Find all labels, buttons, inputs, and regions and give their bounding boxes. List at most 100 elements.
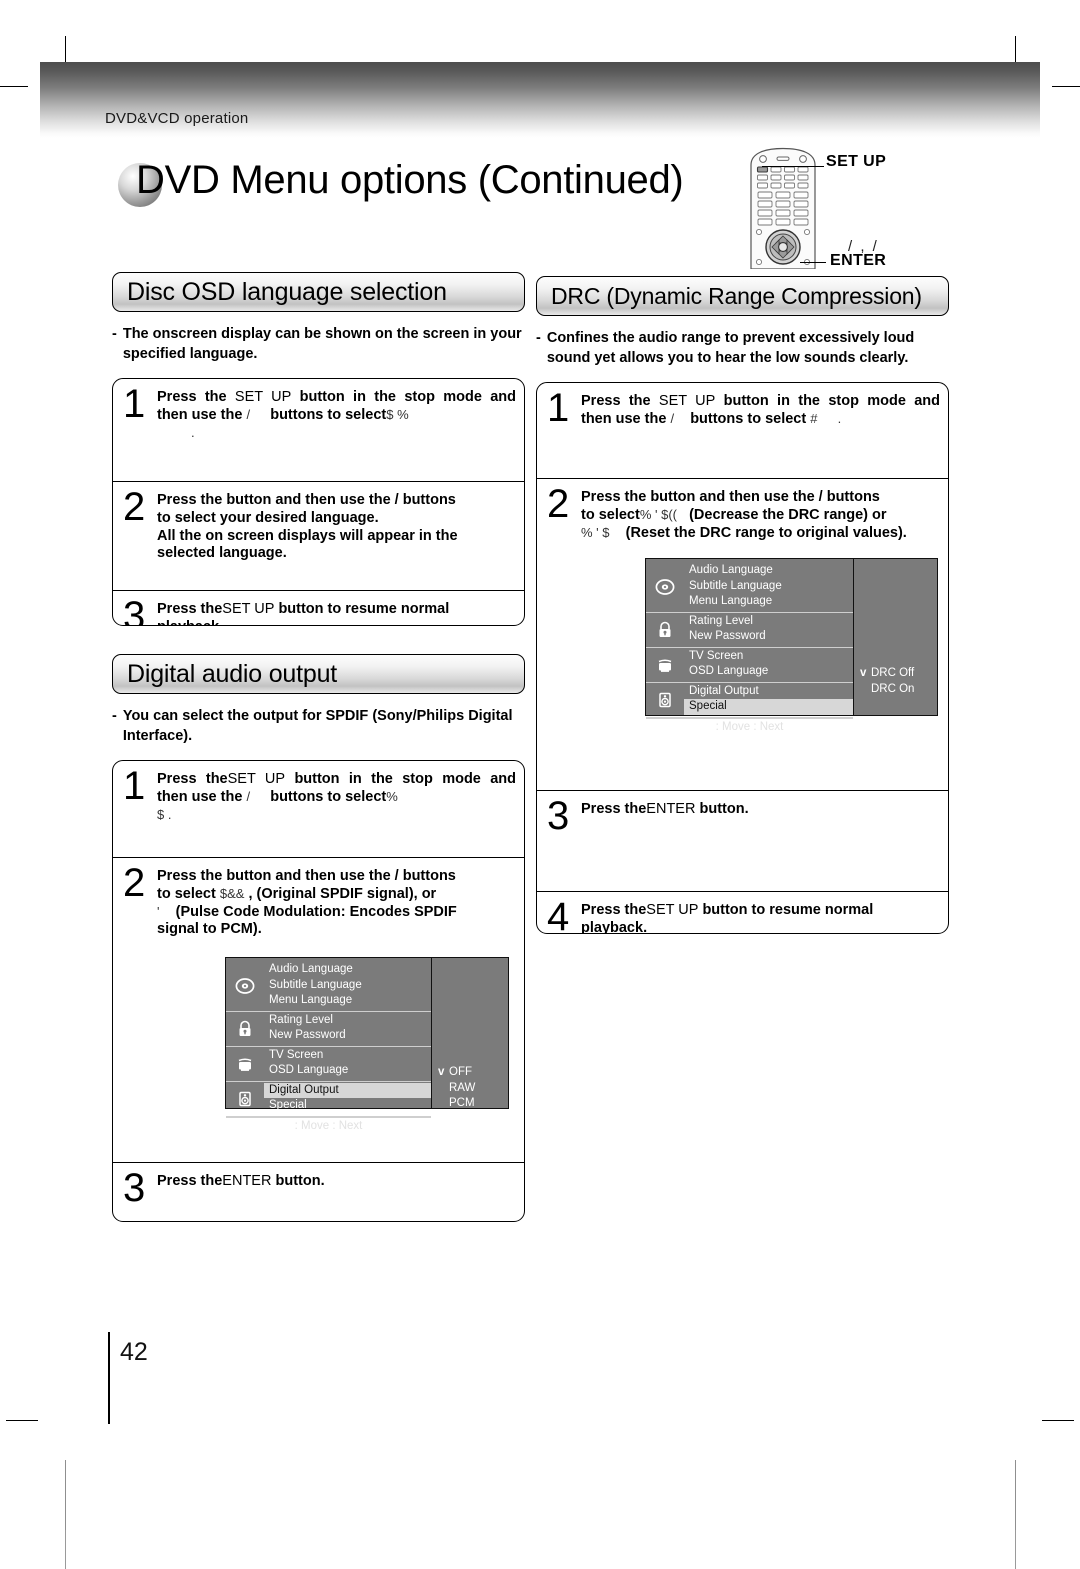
arrow-glyph: / — [670, 410, 675, 426]
osd-item[interactable]: TV Screen — [684, 649, 853, 665]
step-number: 2 — [123, 485, 146, 530]
osd-item[interactable]: TV Screen — [264, 1048, 431, 1064]
lock-icon — [226, 1012, 264, 1046]
step-text-a: then use the — [157, 406, 243, 423]
section-heading-text: Disc OSD language selection — [127, 277, 447, 306]
osd-item[interactable]: Rating Level — [684, 614, 853, 630]
osd-item-selected[interactable]: Digital Output — [264, 1082, 431, 1098]
menu-glyph: $ . — [157, 806, 172, 822]
step-line: selected language. — [157, 545, 287, 562]
osd-group: Digital Output Special — [646, 683, 853, 718]
osd-item[interactable]: Audio Language — [684, 563, 853, 579]
lock-icon — [646, 613, 684, 647]
step-item: 2 Press the button and then use the / bu… — [537, 479, 948, 792]
arrow-glyph: / — [246, 788, 251, 804]
steps-list-digital-audio: 1 Press theSET UP button in the stop mod… — [112, 760, 525, 1223]
step-text-b: buttons to select — [270, 406, 387, 423]
step-number: 4 — [547, 895, 570, 935]
step-line: Press theSET UP button in the stop mode … — [157, 771, 516, 789]
step-text-a: Press the — [581, 393, 651, 410]
step-line: then use the / buttons to select # . — [581, 411, 940, 429]
step-line: $ . — [157, 807, 516, 825]
sentence-period: . — [837, 410, 842, 426]
step-line: then use the / buttons to select% — [157, 789, 516, 807]
osd-option[interactable]: DRC On — [860, 682, 914, 698]
osd-group: TV Screen OSD Language — [646, 648, 853, 683]
step-text-a: to select — [157, 885, 216, 902]
speaker-icon — [646, 683, 684, 717]
osd-item[interactable]: OSD Language — [264, 1063, 431, 1079]
osd-menu-screenshot-digital-output: Audio Language Subtitle Language Menu La… — [225, 957, 509, 1132]
step-number: 1 — [547, 386, 570, 431]
enter-callout-line — [800, 262, 826, 263]
setup-keyword: SET UP — [222, 601, 275, 618]
menu-glyph: % ' $(( — [639, 506, 677, 522]
osd-footer-hint: : Move : Next — [646, 717, 853, 735]
osd-item[interactable]: OSD Language — [684, 664, 853, 680]
section-heading-digital-audio-output: Digital audio output — [112, 654, 525, 695]
step-text-a: Press the — [157, 389, 227, 406]
step-text: Press the button and then use the / butt… — [157, 865, 516, 939]
step-text: Press theENTER button. — [157, 1170, 516, 1221]
osd-items: Rating Level New Password — [684, 613, 853, 647]
osd-item[interactable]: Menu Language — [684, 594, 853, 610]
step-line: to select% ' $(( (Decrease the DRC range… — [581, 507, 940, 525]
enter-keyword: ENTER — [222, 1173, 272, 1190]
step-text-c: button in the stop mode and — [294, 771, 517, 788]
osd-item[interactable]: Menu Language — [264, 993, 431, 1009]
osd-option-list: v DRC Off DRC On — [860, 666, 914, 697]
step-text-c: button to resume normal — [702, 902, 874, 919]
crop-mark-right-upper — [1052, 86, 1080, 87]
step-text-a: Press the — [157, 601, 223, 618]
osd-option-list: v OFF RAW PCM — [438, 1065, 475, 1112]
option-label: RAW — [449, 1081, 476, 1094]
osd-item[interactable]: Subtitle Language — [684, 579, 853, 595]
page-title: DVD Menu options (Continued) — [136, 158, 684, 202]
page-number-rule — [108, 1332, 110, 1424]
page-number: 42 — [120, 1338, 148, 1366]
step-text: Press theSET UP button to resume normal … — [581, 899, 940, 933]
osd-item[interactable]: New Password — [264, 1028, 431, 1044]
section-intro-digital-audio: - You can select the output for SPDIF (S… — [112, 707, 525, 746]
osd-option[interactable]: RAW — [438, 1081, 475, 1097]
crop-mark-left-upper — [0, 86, 28, 87]
step-text-a: to select — [581, 506, 640, 523]
crop-mark-bottom-left-gray — [65, 1460, 66, 1530]
menu-glyph: $ % — [386, 406, 409, 422]
step-text-c: button. — [699, 801, 749, 818]
step-text-b: buttons to select — [690, 410, 807, 427]
setup-keyword: SET UP — [658, 393, 716, 410]
osd-item-selected[interactable]: Special — [684, 699, 853, 715]
step-number: 3 — [123, 594, 146, 627]
osd-option[interactable]: v DRC Off — [860, 666, 914, 682]
osd-item[interactable]: New Password — [684, 629, 853, 645]
osd-item[interactable]: Rating Level — [264, 1013, 431, 1029]
crop-mark-left-lower — [6, 1420, 38, 1421]
osd-option-panel: v DRC Off DRC On — [853, 559, 937, 716]
menu-glyph: ' — [157, 903, 160, 919]
option-label: OFF — [449, 1066, 472, 1078]
step-item: 1 Press theSET UP button in the stop mod… — [113, 761, 524, 859]
osd-option[interactable]: PCM — [438, 1096, 475, 1112]
step-number: 2 — [547, 482, 570, 527]
step-number: 3 — [123, 1166, 146, 1211]
tv-icon — [646, 648, 684, 682]
osd-item[interactable]: Digital Output — [684, 684, 853, 700]
disc-icon — [646, 562, 684, 612]
option-label: DRC Off — [871, 667, 915, 680]
steps-list-disc-osd: 1 Press the SET UP button in the stop mo… — [112, 378, 525, 627]
section-intro-text: You can select the output for SPDIF (Son… — [122, 708, 513, 744]
step-number: 3 — [547, 794, 570, 839]
step-text: Press the button and then use the / butt… — [581, 486, 940, 542]
step-text-b: (Reset the DRC range to original values)… — [625, 524, 907, 541]
osd-option[interactable]: v OFF — [438, 1065, 475, 1081]
osd-item[interactable]: Special — [264, 1098, 431, 1114]
osd-item[interactable]: Subtitle Language — [264, 978, 431, 994]
option-check-mark: v — [438, 1066, 445, 1078]
osd-item[interactable]: Audio Language — [264, 962, 431, 978]
step-text-b: , (Original SPDIF signal), or — [248, 885, 437, 902]
step-text: Press the SET UP button in the stop mode… — [581, 390, 940, 471]
step-text-c: button in the stop mode and — [723, 393, 941, 410]
section-heading-text: DRC (Dynamic Range Compression) — [551, 282, 922, 309]
setup-keyword: SET UP — [227, 771, 286, 788]
